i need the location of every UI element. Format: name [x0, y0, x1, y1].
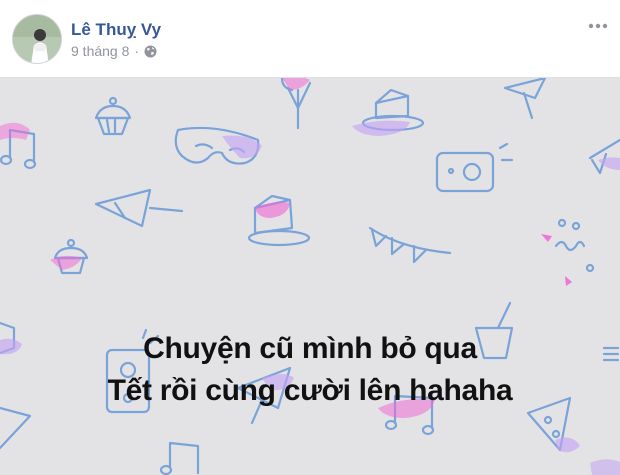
megaphone-icon	[503, 78, 547, 120]
author-name-link[interactable]: Lê Thuỵ Vy	[71, 20, 161, 40]
party-doodle-pattern	[0, 78, 620, 475]
post-text-line-1: Chuyện cũ mình bỏ qua	[143, 332, 477, 365]
music-notes-icon-3	[159, 441, 200, 475]
more-options-button[interactable]	[586, 18, 610, 34]
cupcake-icon	[94, 96, 132, 136]
post-background-canvas[interactable]: Chuyện cũ mình bỏ qua Tết rồi cùng cười …	[0, 78, 620, 475]
post-text-line-2: Tết rồi cùng cười lên hahaha	[107, 374, 513, 407]
post-status-text: Chuyện cũ mình bỏ qua Tết rồi cùng cười …	[0, 328, 620, 412]
party-hat-icon	[94, 188, 184, 228]
meta-separator: ·	[134, 43, 140, 59]
bunting-icon-2	[368, 226, 452, 264]
profile-photo-icon	[13, 15, 61, 63]
camera-icon	[435, 142, 514, 193]
post-date-link[interactable]: 9 tháng 8	[71, 43, 129, 59]
pizza-slice-icon-2	[0, 406, 32, 450]
post-header: Lê Thuỵ Vy 9 tháng 8 ·	[0, 0, 620, 78]
post-meta: 9 tháng 8 ·	[71, 43, 157, 59]
avatar[interactable]	[12, 14, 62, 64]
confetti-icon	[554, 218, 595, 273]
more-options-icon	[588, 23, 608, 29]
globe-icon[interactable]	[144, 45, 157, 58]
